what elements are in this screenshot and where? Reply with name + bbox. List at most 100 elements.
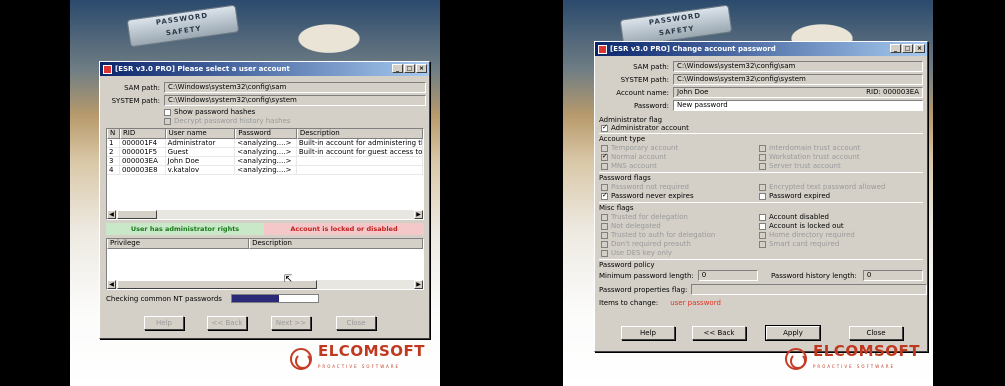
checkbox-box[interactable] xyxy=(601,231,608,239)
checkbox-box[interactable] xyxy=(601,152,608,161)
maximize-icon[interactable]: □ xyxy=(404,64,415,73)
close-icon[interactable]: × xyxy=(914,44,925,53)
checkbox-box[interactable] xyxy=(601,249,608,257)
misc-flag-checkbox[interactable]: Trusted to auth for delegation xyxy=(601,231,715,239)
checkbox-label: Encrypted text password allowed xyxy=(769,183,886,191)
misc-flag-checkbox[interactable]: Not delegated xyxy=(601,222,661,230)
legend-admin: User has administrator rights xyxy=(106,223,264,235)
cell-n: 3 xyxy=(107,157,120,165)
col-username[interactable]: User name xyxy=(165,129,236,139)
checkbox-box[interactable] xyxy=(601,191,608,200)
close-button[interactable]: Close xyxy=(336,316,376,330)
checkbox-box[interactable] xyxy=(759,192,766,200)
cell-description xyxy=(297,157,423,165)
password-input[interactable]: New password xyxy=(673,100,923,111)
smart-card-checkbox[interactable]: Smart card required xyxy=(759,240,839,248)
checkbox-box[interactable] xyxy=(601,183,608,191)
change-password-window: [ESR v3.0 PRO] Change account password _… xyxy=(594,41,928,352)
maximize-icon[interactable]: □ xyxy=(902,44,913,53)
checkbox-box[interactable] xyxy=(601,144,608,152)
checkbox-box[interactable] xyxy=(759,213,766,221)
properties-flag-field[interactable] xyxy=(691,284,928,295)
server-trust-checkbox[interactable]: Server trust account xyxy=(759,162,841,170)
apply-button[interactable]: Apply xyxy=(765,325,821,341)
col-n[interactable]: N xyxy=(107,129,120,139)
select-account-window: [ESR v3.0 PRO] Please select a user acco… xyxy=(99,61,430,339)
table-row[interactable]: 3 000003EA John Doe <analyzing....> xyxy=(107,157,423,166)
col-privilege[interactable]: Privilege xyxy=(107,239,250,249)
account-disabled-checkbox[interactable]: Account disabled xyxy=(759,213,829,221)
help-button[interactable]: Help xyxy=(621,326,675,340)
pw-not-required-checkbox[interactable]: Password not required xyxy=(601,183,689,191)
privileges-table[interactable]: Privilege Description ◀ ▶ xyxy=(106,238,424,290)
cell-username: v.katalov xyxy=(166,166,236,174)
next-button[interactable]: Next >> xyxy=(271,316,311,330)
workstation-trust-checkbox[interactable]: Workstation trust account xyxy=(759,153,860,161)
admin-account-checkbox[interactable]: Administrator account xyxy=(601,123,689,132)
temporary-account-checkbox[interactable]: Temporary account xyxy=(601,144,678,152)
sam-path-field[interactable]: C:\Windows\system32\config\sam xyxy=(673,61,923,72)
home-dir-checkbox[interactable]: Home directory required xyxy=(759,231,855,239)
elcomsoft-logo-icon xyxy=(290,348,312,370)
col-description[interactable]: Description xyxy=(296,129,423,139)
table-row[interactable]: 4 000003E8 v.katalov <analyzing....> xyxy=(107,166,423,175)
checkbox-box[interactable] xyxy=(164,117,171,125)
checkbox-box[interactable] xyxy=(601,240,608,248)
close-button[interactable]: Close xyxy=(849,326,903,340)
back-button[interactable]: << Back xyxy=(207,316,247,330)
encrypted-text-checkbox[interactable]: Encrypted text password allowed xyxy=(759,183,885,191)
table-row[interactable]: 2 000001F5 Guest <analyzing....> Built-i… xyxy=(107,148,423,157)
users-table[interactable]: N RID User name Password Description 1 0… xyxy=(106,128,424,220)
col-password[interactable]: Password xyxy=(235,129,297,139)
pw-never-expires-checkbox[interactable]: Password never expires xyxy=(601,191,694,200)
users-hscrollbar[interactable]: ◀ ▶ xyxy=(107,210,423,219)
checkbox-box[interactable] xyxy=(164,108,171,116)
min-length-field[interactable]: 0 xyxy=(697,270,758,281)
checkbox-box[interactable] xyxy=(601,162,608,170)
checkbox-box[interactable] xyxy=(759,144,766,152)
checkbox-box[interactable] xyxy=(759,183,766,191)
col-priv-description[interactable]: Description xyxy=(249,239,423,249)
cell-username: Administrator xyxy=(166,139,236,147)
scroll-left-icon[interactable]: ◀ xyxy=(107,280,116,289)
checkbox-box[interactable] xyxy=(601,213,608,221)
close-icon[interactable]: × xyxy=(416,64,427,73)
decrypt-history-checkbox[interactable]: Decrypt password history hashes xyxy=(164,117,291,125)
account-locked-checkbox[interactable]: Account is locked out xyxy=(759,222,844,230)
checkbox-box[interactable] xyxy=(759,222,766,230)
mns-account-checkbox[interactable]: MNS account xyxy=(601,162,657,170)
divider xyxy=(599,133,923,134)
pw-expired-checkbox[interactable]: Password expired xyxy=(759,192,830,200)
col-rid[interactable]: RID xyxy=(119,129,166,139)
normal-account-checkbox[interactable]: Normal account xyxy=(601,152,666,161)
checkbox-box[interactable] xyxy=(601,123,608,132)
back-button[interactable]: << Back xyxy=(692,326,746,340)
system-path-field[interactable]: C:\Windows\system32\config\system xyxy=(164,95,426,106)
account-name-field[interactable]: John Doe RID: 000003EA xyxy=(673,87,923,98)
history-length-field[interactable]: 0 xyxy=(862,270,923,281)
checkbox-box[interactable] xyxy=(759,231,766,239)
scroll-right-icon[interactable]: ▶ xyxy=(414,210,423,219)
table-row[interactable]: 1 000001F4 Administrator <analyzing....>… xyxy=(107,139,423,148)
scroll-right-icon[interactable]: ▶ xyxy=(414,280,423,289)
interdomain-trust-checkbox[interactable]: Interdomain trust account xyxy=(759,144,860,152)
checkbox-box[interactable] xyxy=(759,240,766,248)
scroll-left-icon[interactable]: ◀ xyxy=(107,210,116,219)
scroll-thumb[interactable] xyxy=(117,210,157,219)
minimize-icon[interactable]: _ xyxy=(890,44,901,53)
checkbox-label: Password never expires xyxy=(611,192,694,200)
misc-flag-checkbox[interactable]: Use DES key only xyxy=(601,249,672,257)
system-path-label: SYSTEM path: xyxy=(620,75,669,84)
misc-flag-checkbox[interactable]: Don't required preauth xyxy=(601,240,691,248)
show-hashes-checkbox[interactable]: Show password hashes xyxy=(164,108,255,116)
help-button[interactable]: Help xyxy=(144,316,184,330)
history-length-label: Password history length: xyxy=(771,271,857,280)
checkbox-box[interactable] xyxy=(759,153,766,161)
sam-path-field[interactable]: C:\Windows\system32\config\sam xyxy=(164,82,426,93)
privileges-hscrollbar[interactable]: ◀ ▶ xyxy=(107,280,423,289)
misc-flag-checkbox[interactable]: Trusted for delegation xyxy=(601,213,688,221)
system-path-field[interactable]: C:\Windows\system32\config\system xyxy=(673,74,923,85)
checkbox-box[interactable] xyxy=(601,222,608,230)
minimize-icon[interactable]: _ xyxy=(392,64,403,73)
checkbox-box[interactable] xyxy=(759,162,766,170)
